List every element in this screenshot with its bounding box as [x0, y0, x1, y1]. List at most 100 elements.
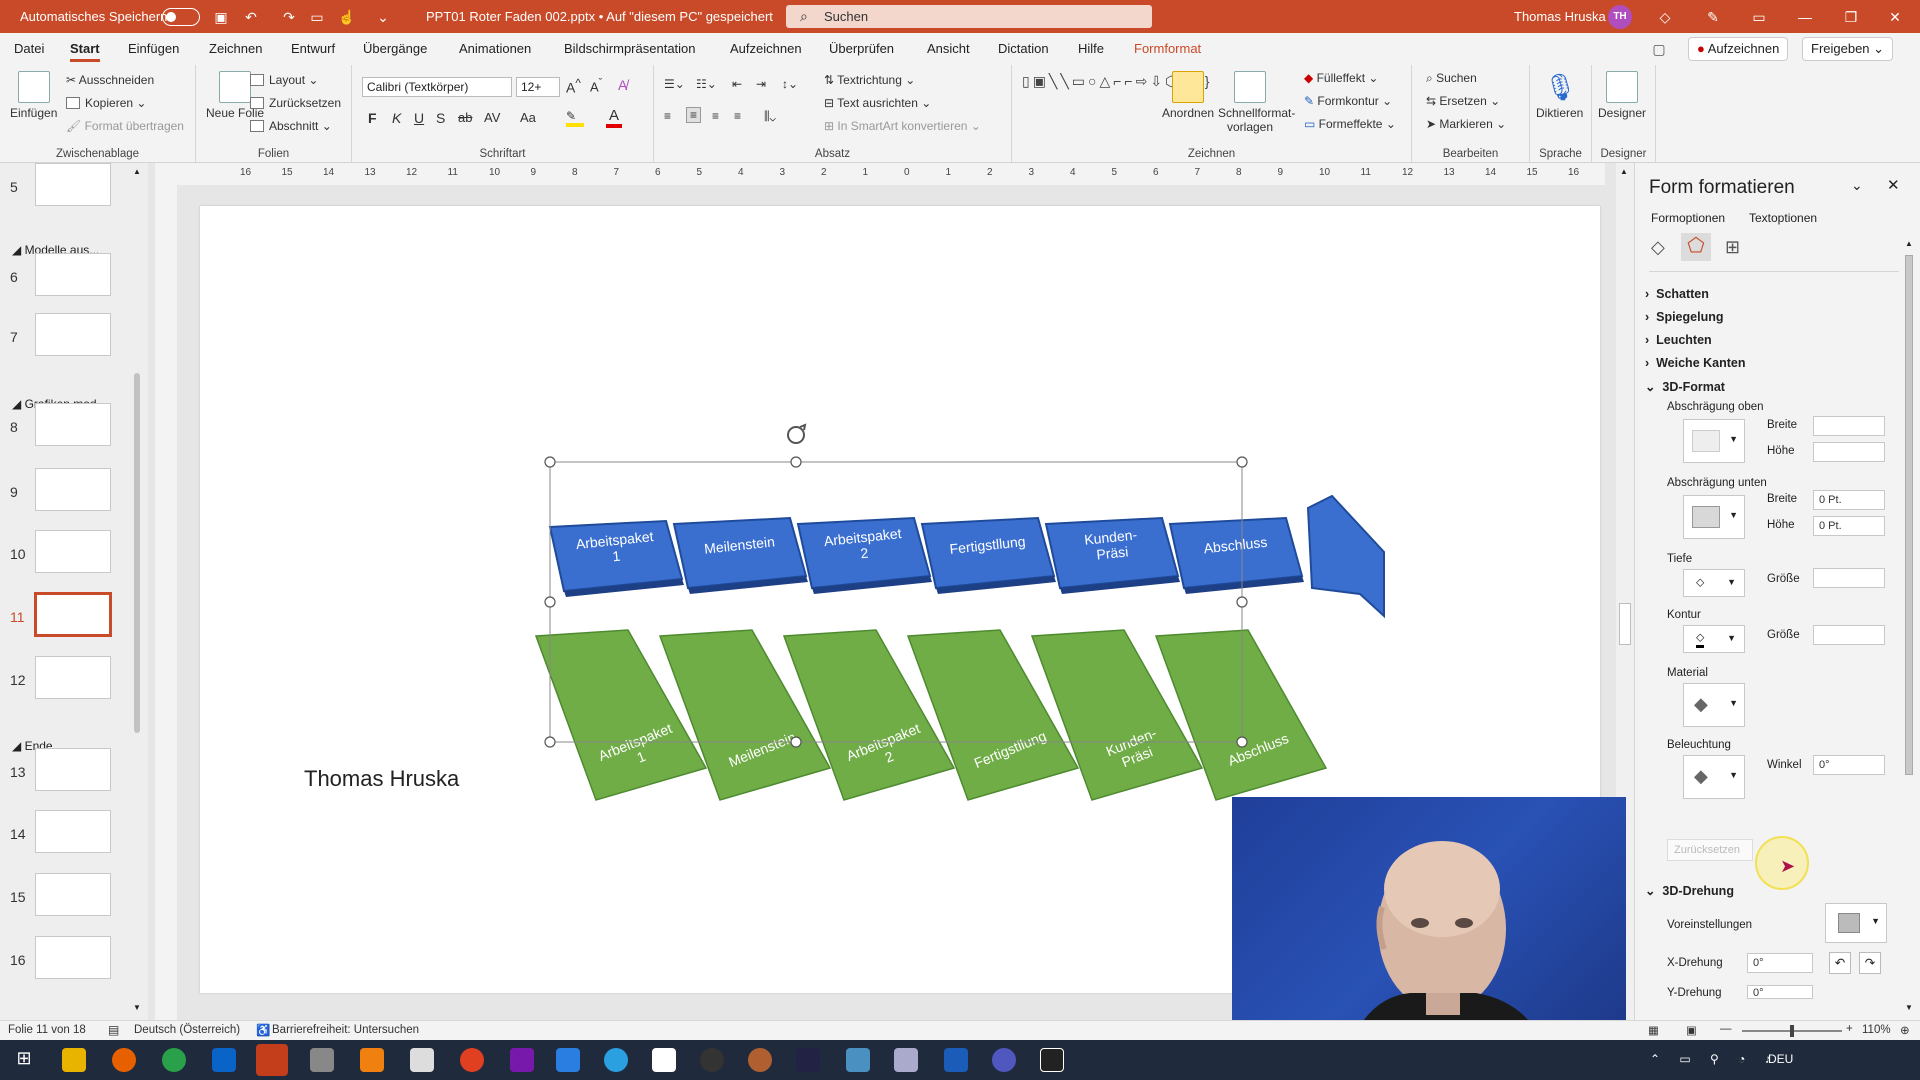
maximize-icon[interactable]: ❐ [1836, 6, 1866, 28]
resize-handle[interactable] [790, 456, 802, 468]
fill-button[interactable]: ◆ Fülleffekt ⌄ [1304, 71, 1378, 85]
app-icon[interactable] [410, 1048, 434, 1072]
autosave-toggle[interactable] [162, 8, 200, 26]
blue-process-box[interactable]: Arbeitspaket1 [548, 519, 684, 597]
tab-ueberpruefen[interactable]: Überprüfen [829, 41, 894, 56]
resize-handle[interactable] [790, 736, 802, 748]
system-tray-icons[interactable]: ⌃ ▭ ⚲ ◔ ♪ [1650, 1052, 1779, 1066]
resize-handle[interactable] [1236, 736, 1248, 748]
paste-button[interactable]: Einfügen [10, 71, 57, 120]
scroll-thumb[interactable] [134, 373, 140, 733]
bevel-top-height-input[interactable] [1813, 442, 1885, 462]
diamond-icon[interactable]: ◇ [1650, 6, 1680, 28]
bullets-icon[interactable]: ☰⌄ [664, 77, 685, 91]
bevel-top-width-input[interactable] [1813, 416, 1885, 436]
numbering-icon[interactable]: ☷⌄ [696, 77, 717, 91]
layout-button[interactable]: Layout ⌄ [250, 73, 318, 87]
grow-font-icon[interactable]: A^ [566, 77, 581, 96]
rotation-presets-dropdown[interactable]: ▼ [1825, 903, 1887, 943]
section-button[interactable]: Abschnitt ⌄ [250, 119, 332, 133]
clear-format-icon[interactable]: A̸ [618, 77, 627, 93]
tab-animationen[interactable]: Animationen [459, 41, 531, 56]
normal-view-icon[interactable]: ▦ [1648, 1023, 1659, 1037]
columns-icon[interactable]: ⫼⌄ [764, 109, 776, 124]
section-3d-rotation[interactable]: ⌄ 3D-Drehung [1645, 883, 1734, 898]
align-right-icon[interactable]: ≡ [712, 109, 719, 123]
depth-size-input[interactable] [1813, 568, 1885, 588]
tab-text-options[interactable]: Textoptionen [1749, 211, 1817, 225]
app-icon[interactable] [894, 1048, 918, 1072]
reset-slide-button[interactable]: Zurücksetzen [250, 96, 341, 110]
blue-process-box[interactable]: Abschluss [1168, 516, 1304, 594]
firefox-icon[interactable] [112, 1048, 136, 1072]
tab-zeichnen[interactable]: Zeichnen [209, 41, 262, 56]
resize-handle[interactable] [544, 596, 556, 608]
blue-process-box[interactable]: Fertigstllung [920, 516, 1056, 594]
powerpoint-icon[interactable] [256, 1044, 288, 1076]
word-icon[interactable] [944, 1048, 968, 1072]
zoom-out-icon[interactable]: — [1720, 1023, 1732, 1035]
accessibility-status[interactable]: Barrierefreiheit: Untersuchen [272, 1024, 419, 1036]
tab-hilfe[interactable]: Hilfe [1078, 41, 1104, 56]
section-glow[interactable]: › Leuchten [1645, 333, 1712, 347]
format-painter-button[interactable]: 🖌 Format übertragen [66, 119, 184, 133]
windows-start-icon[interactable]: ⊞ [12, 1048, 36, 1072]
align-left-icon[interactable]: ≡ [664, 109, 671, 123]
slide-thumbnail[interactable] [35, 403, 111, 446]
section-shadow[interactable]: › Schatten [1645, 287, 1709, 301]
ribbon-display-icon[interactable]: ▭ [1744, 6, 1774, 28]
blue-process-box[interactable]: Kunden-Präsi [1044, 516, 1180, 594]
app-icon[interactable] [652, 1048, 676, 1072]
char-spacing-button[interactable]: AV [484, 110, 500, 125]
keyboard-language[interactable]: DEU [1768, 1052, 1793, 1066]
record-button[interactable]: ● Aufzeichnen [1688, 37, 1789, 61]
slide-thumbnail[interactable] [35, 873, 111, 916]
effects-pentagon-icon[interactable]: ⬠ [1681, 233, 1711, 261]
underline-button[interactable]: U [414, 110, 424, 126]
app-icon[interactable] [748, 1048, 772, 1072]
change-case-button[interactable]: Aa [520, 110, 536, 125]
slide-thumbnail[interactable] [35, 656, 111, 699]
tab-uebergaenge[interactable]: Übergänge [363, 41, 427, 56]
depth-color-dropdown[interactable]: ⬦ ▼ [1683, 569, 1745, 597]
scroll-up-icon[interactable]: ▲ [1620, 167, 1628, 176]
app-icon[interactable] [1040, 1048, 1064, 1072]
minimize-icon[interactable]: — [1790, 6, 1820, 28]
line-spacing-icon[interactable]: ↕⌄ [782, 77, 798, 91]
slide-thumbnail[interactable] [35, 810, 111, 853]
fit-slide-icon[interactable]: ⊕ [1900, 1023, 1910, 1037]
app-icon[interactable] [310, 1048, 334, 1072]
resize-handle[interactable] [1236, 596, 1248, 608]
highlight-icon[interactable]: ✎ [566, 109, 584, 127]
slide-thumbnail[interactable] [35, 748, 111, 791]
section-soft-edges[interactable]: › Weiche Kanten [1645, 356, 1745, 370]
section-3d-format[interactable]: ⌄ 3D-Format [1645, 379, 1725, 394]
shrink-font-icon[interactable]: Aˇ [590, 77, 602, 94]
app-icon[interactable] [460, 1048, 484, 1072]
outline-button[interactable]: ✎ Formkontur ⌄ [1304, 94, 1392, 108]
outlook-icon[interactable] [212, 1048, 236, 1072]
tab-ansicht[interactable]: Ansicht [927, 41, 970, 56]
slide-thumbnail[interactable] [35, 468, 111, 511]
blue-arrow-head[interactable] [1306, 494, 1385, 619]
zoom-thumb[interactable] [1790, 1025, 1794, 1037]
touch-mode-icon[interactable]: ☝ [338, 8, 356, 26]
zoom-in-icon[interactable]: + [1846, 1023, 1853, 1035]
tab-aufzeichnen[interactable]: Aufzeichnen [730, 41, 802, 56]
avatar[interactable]: TH [1608, 5, 1632, 29]
slide-sorter-icon[interactable]: ▣ [1686, 1023, 1697, 1037]
close-icon[interactable]: ✕ [1887, 176, 1900, 194]
font-color-icon[interactable]: A [606, 107, 622, 128]
app-icon[interactable] [846, 1048, 870, 1072]
dictate-button[interactable]: 🎙 Diktieren [1536, 71, 1583, 120]
replace-button[interactable]: ⇆ Ersetzen ⌄ [1426, 94, 1500, 108]
section-reflection[interactable]: › Spiegelung [1645, 310, 1723, 324]
align-center-icon[interactable]: ≡ [686, 107, 702, 123]
smartart-button[interactable]: ⊞ In SmartArt konvertieren ⌄ [824, 119, 981, 133]
rotate-right-icon[interactable]: ↷ [1859, 952, 1881, 974]
size-properties-icon[interactable]: ⊞ [1725, 237, 1740, 258]
resize-handle[interactable] [1236, 456, 1248, 468]
slide-thumbnail[interactable] [34, 592, 112, 637]
slide-thumbnail[interactable] [35, 936, 111, 979]
app-icon[interactable] [796, 1048, 820, 1072]
